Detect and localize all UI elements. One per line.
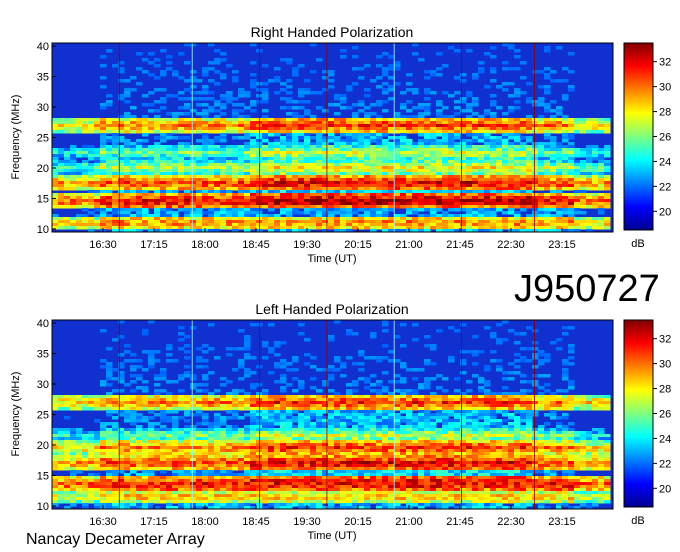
x-tick-label: 16:30 (89, 239, 117, 251)
left-x-axis-label: Time (UT) (307, 530, 356, 542)
y-tick-label: 10 (37, 501, 49, 513)
right-polarization-panel: Right Handed Polarization 10 15 20 25 30 35 40… (10, 24, 671, 265)
left-polarization-panel: Left Handed Polarization 10152025303540 … (10, 301, 671, 542)
x-tick-label: 20:15 (344, 239, 372, 251)
colorbar-tick-label: 26 (659, 409, 671, 421)
x-tick-label: 23:15 (548, 516, 576, 528)
colorbar-tick-label: 24 (659, 433, 671, 445)
y-tick-label: 15 (37, 470, 49, 482)
x-tick-label: 16:30 (89, 516, 117, 528)
colorbar-tick-label: 24 (659, 156, 671, 168)
colorbar-tick-label: 22 (659, 181, 671, 193)
left-y-axis-label: Frequency (MHz) (10, 372, 22, 457)
x-tick-label: 21:45 (446, 516, 474, 528)
colorbar-tick-label: 20 (659, 483, 671, 495)
x-tick-label: 17:15 (140, 516, 168, 528)
colorbar-tick-label: 30 (659, 359, 671, 371)
x-tick-label: 18:00 (191, 239, 219, 251)
left-colorbar-scale (623, 319, 654, 508)
x-tick-label: 20:15 (344, 516, 372, 528)
x-tick-label: 22:30 (497, 516, 525, 528)
y-tick-label: 35 (37, 72, 49, 84)
right-x-axis-label: Time (UT) (307, 253, 356, 265)
spectrogram-figure: Right Handed Polarization 10 15 20 25 30 35 40… (10, 24, 671, 548)
x-tick-label: 21:00 (395, 239, 423, 251)
x-tick-label: 22:30 (497, 239, 525, 251)
y-tick-label: 30 (37, 379, 49, 391)
x-tick-label: 19:30 (293, 516, 321, 528)
left-spectrogram (52, 320, 613, 510)
instrument-name: Nancay Decameter Array (26, 531, 205, 548)
left-panel-title: Left Handed Polarization (255, 301, 408, 317)
x-tick-label: 19:30 (293, 239, 321, 251)
right-spectrogram (52, 43, 613, 233)
colorbar-tick-label: 30 (659, 82, 671, 94)
colorbar-tick-label: 20 (659, 206, 671, 218)
colorbar-tick-label: 22 (659, 458, 671, 470)
right-colorbar: 20 22 24 26 28 30 32 dB (623, 42, 671, 250)
y-tick-label: 20 (37, 163, 49, 175)
observation-id: J950727 (514, 268, 660, 310)
y-tick-label: 35 (37, 349, 49, 361)
colorbar-tick-label: 26 (659, 132, 671, 144)
x-tick-label: 23:15 (548, 239, 576, 251)
y-tick-label: 25 (37, 410, 49, 422)
x-tick-label: 18:45 (242, 516, 270, 528)
colorbar-tick-label: 28 (659, 384, 671, 396)
y-tick-label: 40 (37, 41, 49, 53)
right-colorbar-label: dB (631, 238, 644, 250)
x-tick-label: 21:45 (446, 239, 474, 251)
y-tick-label: 25 (37, 133, 49, 145)
y-tick-label: 30 (37, 102, 49, 114)
x-tick-label: 18:45 (242, 239, 270, 251)
x-tick-label: 18:00 (191, 516, 219, 528)
left-colorbar: 20 22 24 26 28 30 32 dB (623, 319, 671, 527)
x-tick-label: 21:00 (395, 516, 423, 528)
y-tick-label: 20 (37, 440, 49, 452)
colorbar-tick-label: 28 (659, 107, 671, 119)
right-colorbar-scale (623, 42, 654, 231)
right-y-axis-label: Frequency (MHz) (10, 95, 22, 180)
y-tick-label: 15 (37, 193, 49, 205)
colorbar-tick-label: 32 (659, 57, 671, 69)
colorbar-tick-label: 32 (659, 334, 671, 346)
x-tick-label: 17:15 (140, 239, 168, 251)
y-tick-label: 40 (37, 318, 49, 330)
left-colorbar-label: dB (631, 515, 644, 527)
right-panel-title: Right Handed Polarization (251, 24, 414, 40)
y-tick-label: 10 (37, 224, 49, 236)
